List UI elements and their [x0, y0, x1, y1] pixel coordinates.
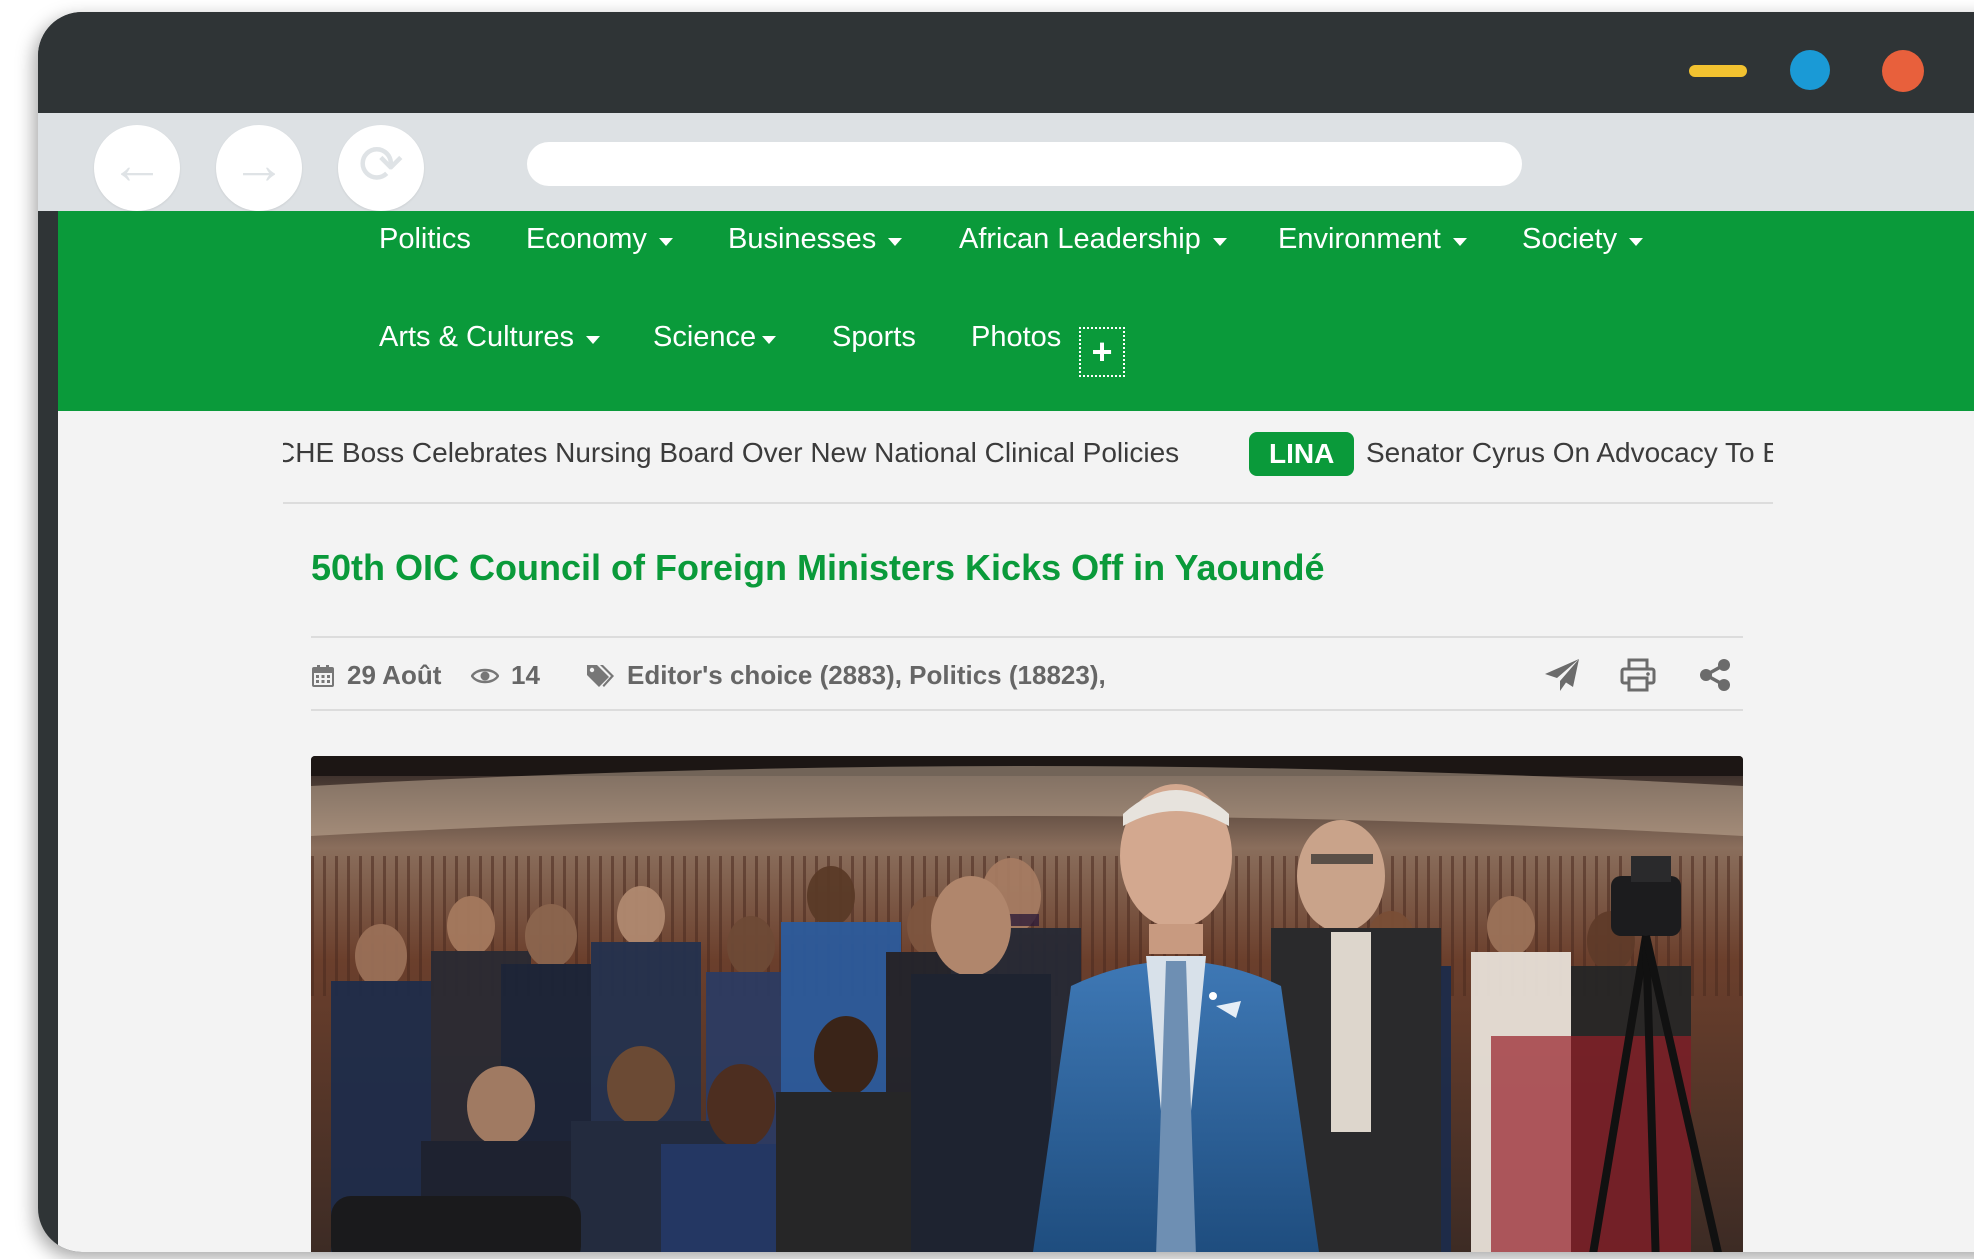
nav-item-label: Arts & Cultures — [379, 321, 574, 353]
back-button[interactable]: ← — [94, 125, 180, 211]
nav-item-label: Environment — [1278, 223, 1441, 255]
minimize-button[interactable] — [1689, 65, 1747, 77]
send-button[interactable] — [1541, 654, 1583, 696]
article-date-text: 29 Août — [347, 660, 442, 690]
nav-item-photos[interactable]: Photos — [971, 321, 1061, 354]
nav-item-label: Photos — [971, 321, 1062, 353]
address-bar[interactable] — [527, 142, 1522, 186]
reload-icon: ⟳ — [358, 135, 404, 195]
nav-item-economy[interactable]: Economy — [526, 223, 673, 256]
caret-down-icon — [762, 335, 777, 344]
caret-down-icon — [1629, 237, 1644, 246]
article-title: 50th OIC Council of Foreign Ministers Ki… — [311, 547, 1325, 588]
print-icon — [1620, 658, 1656, 692]
nav-item-politics[interactable]: Politics — [379, 223, 471, 256]
divider — [311, 709, 1743, 711]
caret-down-icon — [658, 237, 673, 246]
nav-item-arts-cultures[interactable]: Arts & Cultures — [379, 321, 600, 354]
article-date: 29 Août — [311, 660, 441, 691]
caret-down-icon — [586, 335, 600, 344]
ticker-item[interactable]: Senator Cyrus On Advocacy To E — [1366, 423, 1773, 483]
ticker-item[interactable]: CHE Boss Celebrates Nursing Board Over N… — [283, 423, 1179, 483]
plus-icon: + — [1091, 331, 1113, 372]
share-button[interactable] — [1694, 654, 1736, 696]
article-meta: 29 Août 14 Editor's choice (2883), Polit… — [311, 650, 1743, 700]
share-icon — [1700, 659, 1730, 691]
close-button[interactable] — [1882, 50, 1924, 92]
article-views-count: 14 — [511, 660, 540, 690]
browser-window: ← → ⟳ Politics Economy Businesses Africa… — [38, 12, 1974, 1252]
article-tags: Editor's choice (2883), Politics (18823)… — [585, 660, 1106, 691]
nav-item-african-leadership[interactable]: African Leadership — [959, 223, 1227, 256]
tags-icon — [587, 664, 614, 687]
calendar-icon — [312, 664, 334, 687]
eye-icon — [471, 668, 499, 683]
nav-item-label: Sports — [832, 321, 916, 353]
print-button[interactable] — [1617, 654, 1659, 696]
web-page: Politics Economy Businesses African Lead… — [58, 211, 1974, 1252]
nav-item-sports[interactable]: Sports — [832, 321, 916, 354]
nav-item-environment[interactable]: Environment — [1278, 223, 1467, 256]
reload-button[interactable]: ⟳ — [338, 125, 424, 211]
nav-item-science[interactable]: Science — [653, 321, 777, 354]
forward-button[interactable]: → — [216, 125, 302, 211]
send-icon — [1545, 659, 1579, 691]
caret-down-icon — [1452, 237, 1467, 246]
main-navigation: Politics Economy Businesses African Lead… — [58, 211, 1974, 411]
more-menu-button[interactable]: + — [1079, 327, 1125, 377]
nav-item-label: Science — [653, 321, 757, 353]
divider — [311, 636, 1743, 638]
caret-down-icon — [888, 237, 903, 246]
arrow-right-icon: → — [232, 135, 286, 195]
ticker-source-badge: LINA — [1249, 432, 1355, 476]
arrow-left-icon: ← — [110, 135, 164, 195]
window-title-bar — [38, 12, 1974, 113]
nav-item-businesses[interactable]: Businesses — [728, 223, 903, 256]
caret-down-icon — [1212, 237, 1227, 246]
news-ticker: CHE Boss Celebrates Nursing Board Over N… — [283, 423, 1773, 483]
nav-item-label: Economy — [526, 223, 647, 255]
article-photo — [311, 756, 1743, 1252]
nav-item-label: Society — [1522, 223, 1618, 255]
article-views: 14 — [471, 660, 540, 691]
nav-item-label: Politics — [379, 223, 471, 255]
nav-item-label: African Leadership — [959, 223, 1201, 255]
nav-item-label: Businesses — [728, 223, 877, 255]
maximize-button[interactable] — [1790, 50, 1830, 90]
article-tags-text[interactable]: Editor's choice (2883), Politics (18823)… — [627, 660, 1106, 691]
nav-item-society[interactable]: Society — [1522, 223, 1644, 256]
conference-photo — [311, 756, 1743, 1252]
divider — [283, 502, 1773, 504]
